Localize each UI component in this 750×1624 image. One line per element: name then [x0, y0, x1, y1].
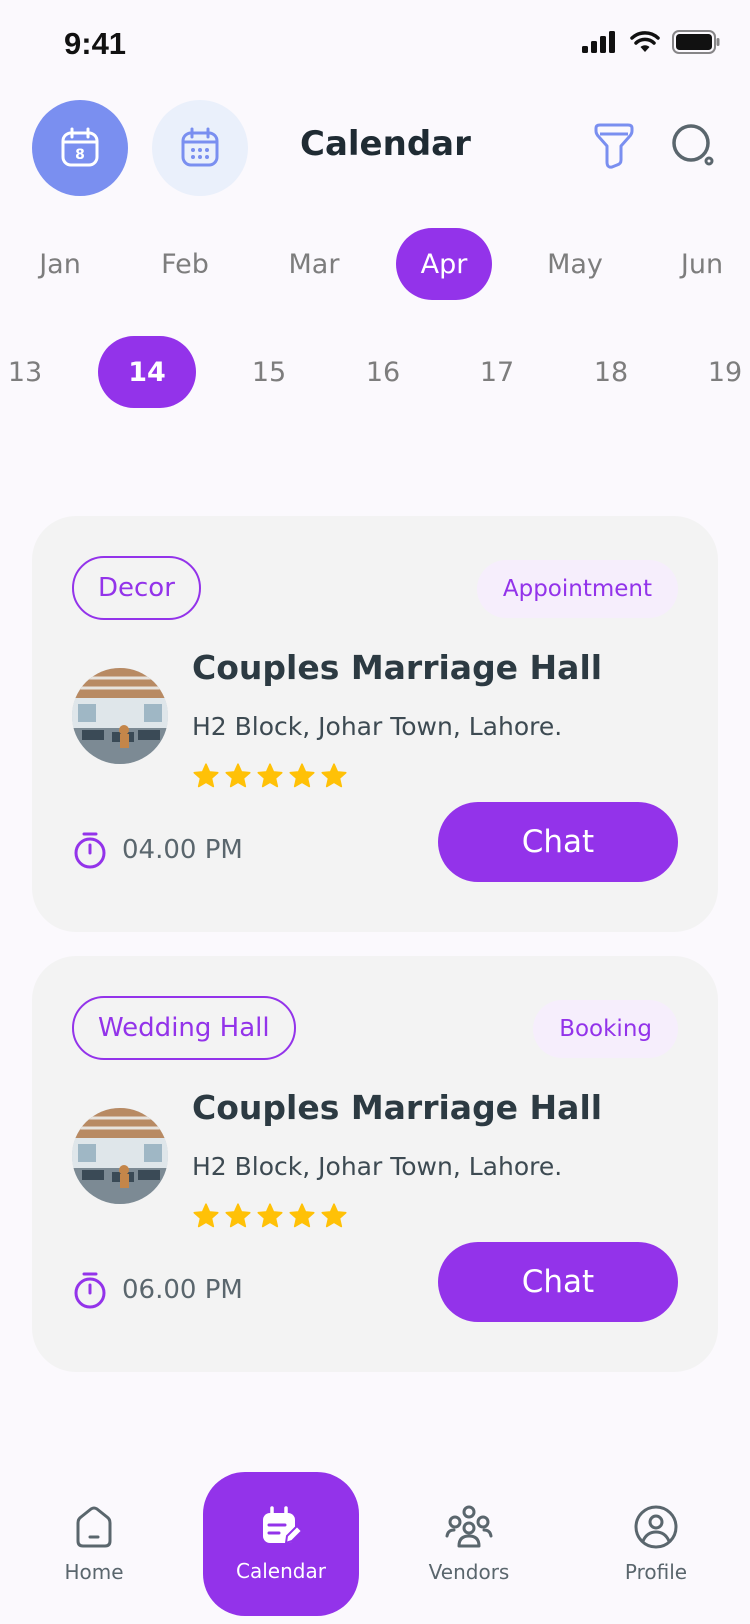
wifi-icon [630, 31, 660, 52]
home-icon [76, 1506, 112, 1548]
star-icon [225, 763, 251, 788]
screen: 9:41 8 Calendar Jan Feb Mar Apr May Jun … [0, 0, 750, 1624]
venue-address: H2 Block, Johar Town, Lahore. [192, 1152, 563, 1181]
day-13[interactable]: 13 [0, 336, 74, 408]
star-icon [193, 1203, 219, 1228]
day-17[interactable]: 17 [448, 336, 546, 408]
nav-profile-label: Profile [624, 1560, 688, 1584]
nav-home-label: Home [64, 1560, 124, 1584]
month-mar[interactable]: Mar [266, 228, 362, 300]
status-icons [582, 30, 720, 54]
star-icon [321, 1203, 347, 1228]
event-type-badge: Booking [533, 1000, 678, 1058]
event-time-text: 04.00 PM [122, 835, 243, 865]
status-time: 9:41 [64, 26, 127, 61]
month-jan[interactable]: Jan [12, 228, 108, 300]
nav-calendar-label: Calendar [236, 1559, 326, 1583]
search-icon [672, 124, 714, 166]
venue-photo [72, 668, 168, 764]
venue-address: H2 Block, Johar Town, Lahore. [192, 712, 563, 741]
rating-stars [192, 762, 348, 790]
venue-name: Couples Marriage Hall [192, 1088, 603, 1127]
month-may[interactable]: May [527, 228, 623, 300]
bottom-nav: Home Calendar Vendors Profile [0, 1470, 750, 1624]
venue-name: Couples Marriage Hall [192, 648, 603, 687]
calendar-day-icon: 8 [61, 127, 99, 167]
star-icon [257, 763, 283, 788]
venue-photo [72, 1108, 168, 1204]
star-icon [289, 763, 315, 788]
star-icon [321, 763, 347, 788]
day-18[interactable]: 18 [562, 336, 660, 408]
month-apr[interactable]: Apr [396, 228, 492, 300]
svg-text:8: 8 [75, 147, 85, 163]
stopwatch-icon [74, 832, 106, 869]
day-19[interactable]: 19 [676, 336, 750, 408]
day-15[interactable]: 15 [220, 336, 318, 408]
category-tag[interactable]: Decor [72, 556, 201, 620]
signal-icon [582, 31, 615, 53]
chat-button[interactable]: Chat [438, 1242, 678, 1322]
rating-stars [192, 1202, 348, 1230]
month-feb[interactable]: Feb [137, 228, 233, 300]
page-title: Calendar [300, 124, 471, 164]
category-tag[interactable]: Wedding Hall [72, 996, 296, 1060]
star-icon [225, 1203, 251, 1228]
calendar-edit-icon [263, 1506, 303, 1545]
venue-avatar [72, 1108, 168, 1204]
day-16[interactable]: 16 [334, 336, 432, 408]
nav-vendors[interactable]: Vendors [391, 1472, 547, 1616]
nav-vendors-label: Vendors [428, 1560, 510, 1584]
event-time: 04.00 PM [72, 818, 243, 882]
month-jun[interactable]: Jun [654, 228, 750, 300]
nav-home[interactable]: Home [16, 1472, 172, 1616]
search-button[interactable] [666, 118, 722, 174]
star-icon [257, 1203, 283, 1228]
star-icon [289, 1203, 315, 1228]
battery-icon [672, 30, 720, 54]
chat-button[interactable]: Chat [438, 802, 678, 882]
day-selector: 13 14 15 16 17 18 19 [0, 336, 750, 408]
nav-calendar[interactable]: Calendar [203, 1472, 359, 1616]
star-icon [193, 763, 219, 788]
profile-icon [634, 1505, 678, 1549]
event-type-badge: Appointment [476, 560, 678, 618]
calendar-grid-icon [181, 127, 219, 167]
event-time: 06.00 PM [72, 1258, 243, 1322]
stopwatch-icon [74, 1272, 106, 1309]
filter-button[interactable] [586, 118, 642, 174]
filter-icon [594, 123, 634, 169]
event-card[interactable]: Decor Appointment Couples Marriage Hall … [32, 516, 718, 932]
event-card[interactable]: Wedding Hall Booking Couples Marriage Ha… [32, 956, 718, 1372]
event-time-text: 06.00 PM [122, 1275, 243, 1305]
vendors-icon [445, 1505, 493, 1548]
month-selector: Jan Feb Mar Apr May Jun [0, 228, 750, 300]
month-view-button[interactable] [152, 100, 248, 196]
venue-avatar [72, 668, 168, 764]
day-view-button[interactable]: 8 [32, 100, 128, 196]
nav-profile[interactable]: Profile [578, 1472, 734, 1616]
day-14[interactable]: 14 [98, 336, 196, 408]
